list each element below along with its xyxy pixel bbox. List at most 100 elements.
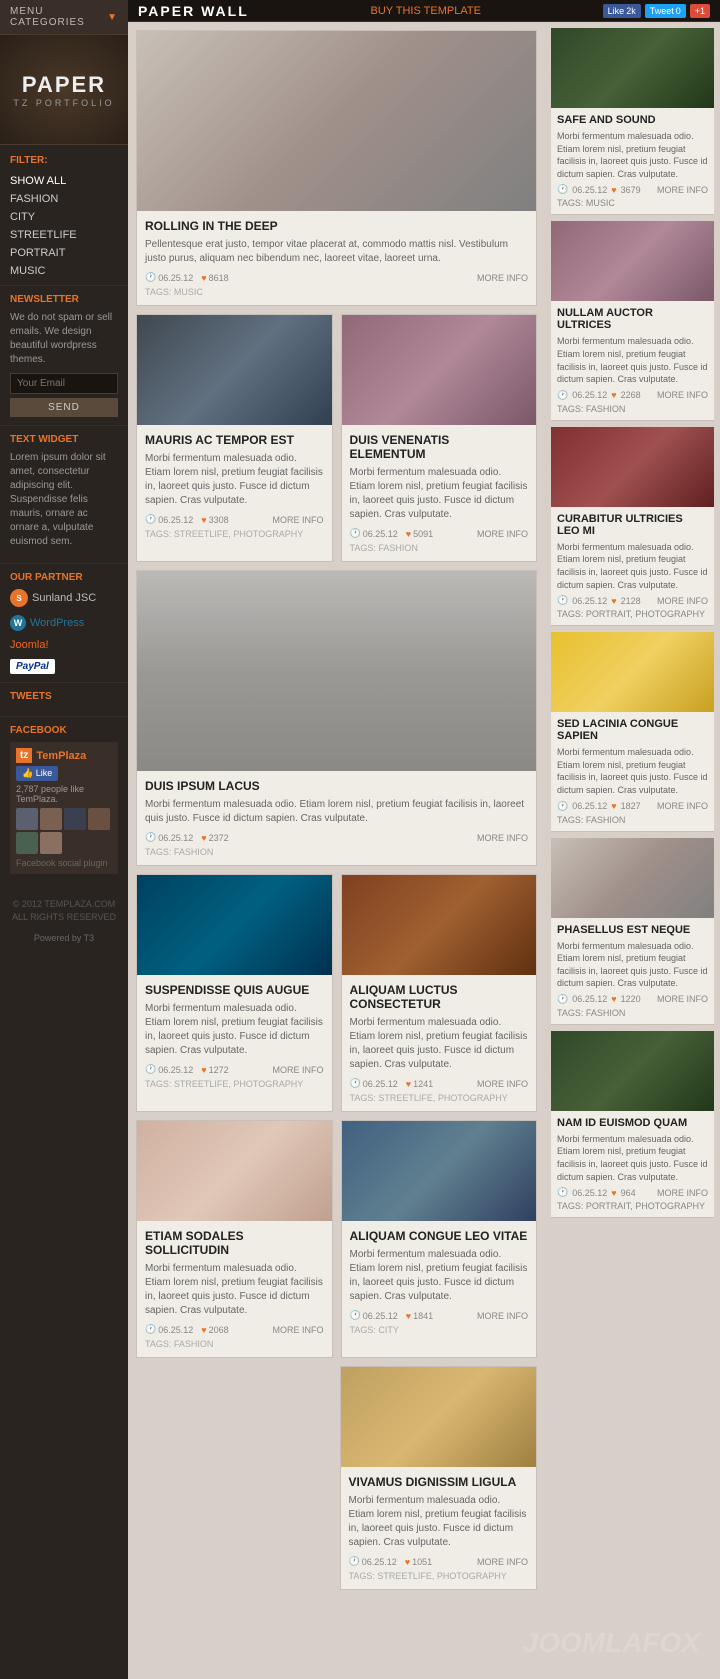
right-more-info-6[interactable]: MORE INFO bbox=[657, 1188, 708, 1198]
post-rolling-content: ROLLING IN THE DEEP Pellentesque erat ju… bbox=[137, 211, 536, 305]
post-rolling-excerpt: Pellentesque erat justo, tempor vitae pl… bbox=[145, 238, 528, 266]
right-more-info-5[interactable]: MORE INFO bbox=[657, 994, 708, 1004]
partner-sunland[interactable]: S Sunland JSC bbox=[10, 589, 96, 607]
right-post-nam-id: NAM ID EUISMOD QUAM Morbi fermentum male… bbox=[551, 1031, 714, 1218]
fb-likes-count: 2,787 people like TemPlaza. bbox=[16, 784, 112, 804]
two-col-row-3: ETIAM SODALES SOLLICITUDIN Morbi ferment… bbox=[136, 1120, 537, 1358]
post-duis-ipsum-image bbox=[137, 571, 536, 771]
clock-icon-4: 🕐 bbox=[145, 832, 156, 843]
post-duis-likes: ♥ 5091 bbox=[406, 529, 433, 539]
right-post-nullam-excerpt: Morbi fermentum malesuada odio. Etiam lo… bbox=[557, 335, 708, 385]
filter-city[interactable]: CITY bbox=[10, 208, 118, 226]
right-more-info-4[interactable]: MORE INFO bbox=[657, 801, 708, 811]
post-congue-more-info[interactable]: MORE INFO bbox=[477, 1311, 528, 1321]
post-rolling-tags: TAGS: MUSIC bbox=[145, 287, 528, 297]
post-aliq-date: 🕐 06.25.12 bbox=[350, 1078, 398, 1089]
vivamus-row: VIVAMUS DIGNISSIM LIGULA Morbi fermentum… bbox=[136, 1366, 537, 1590]
partner-joomla[interactable]: Joomla! bbox=[10, 639, 49, 651]
fb-page-name: TemPlaza bbox=[36, 750, 86, 762]
powered-by: Powered by T3 bbox=[0, 933, 128, 953]
filter-show-all[interactable]: SHOW ALL bbox=[10, 172, 118, 190]
post-aliquam-congue-excerpt: Morbi fermentum malesuada odio. Etiam lo… bbox=[350, 1248, 529, 1304]
post-mauris-image bbox=[137, 315, 332, 425]
newsletter-send-button[interactable]: SEND bbox=[10, 398, 118, 417]
fb-avatars bbox=[16, 808, 112, 854]
tweet-count: 0 bbox=[676, 6, 681, 16]
post-etiam-date: 🕐 06.25.12 bbox=[145, 1324, 193, 1335]
post-suspendisse-meta: 🕐 06.25.12 ♥ 1272 MORE INFO bbox=[145, 1064, 324, 1075]
right-post-safe-sound-title: SAFE AND SOUND bbox=[557, 114, 708, 126]
right-post-sed-lacinia-meta: 🕐 06.25.12 ♥ 1827 MORE INFO bbox=[557, 801, 708, 812]
partner-paypal[interactable]: PayPal bbox=[10, 659, 55, 674]
post-vivamus: VIVAMUS DIGNISSIM LIGULA Morbi fermentum… bbox=[340, 1366, 538, 1590]
post-etiam-meta: 🕐 06.25.12 ♥ 2068 MORE INFO bbox=[145, 1324, 324, 1335]
post-aliquam-luctus: ALIQUAM LUCTUS CONSECTETUR Morbi ferment… bbox=[341, 874, 538, 1112]
right-heart-6: ♥ bbox=[611, 1188, 616, 1198]
right-post-sed-lacinia-excerpt: Morbi fermentum malesuada odio. Etiam lo… bbox=[557, 746, 708, 796]
sunland-name: Sunland JSC bbox=[32, 592, 96, 604]
post-ipsum-more-info[interactable]: MORE INFO bbox=[477, 833, 528, 843]
post-rolling-more-info[interactable]: MORE INFO bbox=[477, 273, 528, 283]
newsletter-input[interactable] bbox=[10, 373, 118, 394]
post-vivamus-more-info[interactable]: MORE INFO bbox=[477, 1557, 528, 1567]
right-post-curabitur-excerpt: Morbi fermentum malesuada odio. Etiam lo… bbox=[557, 541, 708, 591]
right-post-sed-lacinia-tags: TAGS: FASHION bbox=[557, 815, 708, 825]
partner-wordpress[interactable]: W WordPress bbox=[10, 615, 84, 631]
post-aliquam-congue-meta: 🕐 06.25.12 ♥ 1841 MORE INFO bbox=[350, 1310, 529, 1321]
right-post-nullam-content: NULLAM AUCTOR ULTRICES Morbi fermentum m… bbox=[551, 301, 714, 419]
post-susp-date: 🕐 06.25.12 bbox=[145, 1064, 193, 1075]
clock-icon-8: 🕐 bbox=[350, 1310, 361, 1321]
facebook-social-button[interactable]: Like 2k bbox=[603, 4, 641, 18]
filter-portrait[interactable]: PORTRAIT bbox=[10, 244, 118, 262]
logo-sub: TZ PORTFOLIO bbox=[13, 98, 114, 108]
right-sidebar-wrapper: SAFE AND SOUND Morbi fermentum malesuada… bbox=[545, 22, 720, 1230]
fb-avatar-2 bbox=[40, 808, 62, 830]
right-post-curabitur: CURABITUR ULTRICIES LEO MI Morbi ferment… bbox=[551, 427, 714, 626]
post-mauris-date: 🕐 06.25.12 bbox=[145, 514, 193, 525]
right-heart-4: ♥ bbox=[611, 801, 616, 811]
right-post-nam-id-tags: TAGS: PORTRAIT, PHOTOGRAPHY bbox=[557, 1201, 708, 1211]
clock-icon-9: 🕐 bbox=[349, 1556, 360, 1567]
filter-music[interactable]: MUSIC bbox=[10, 262, 118, 280]
fb-plugin-link[interactable]: Facebook social plugin bbox=[16, 858, 112, 868]
post-suspendisse-title: SUSPENDISSE QUIS AUGUE bbox=[145, 983, 324, 997]
right-post-nam-id-excerpt: Morbi fermentum malesuada odio. Etiam lo… bbox=[557, 1133, 708, 1183]
right-more-info-3[interactable]: MORE INFO bbox=[657, 596, 708, 606]
vivamus-spacer bbox=[136, 1366, 332, 1590]
right-post-safe-sound-image bbox=[551, 28, 714, 108]
post-aliquam-luctus-tags: TAGS: STREETLIFE, PHOTOGRAPHY bbox=[350, 1093, 529, 1103]
post-aliq-more-info[interactable]: MORE INFO bbox=[477, 1079, 528, 1089]
right-post-nam-id-title: NAM ID EUISMOD QUAM bbox=[557, 1117, 708, 1129]
gplus-social-button[interactable]: +1 bbox=[690, 4, 710, 18]
right-post-nullam: NULLAM AUCTOR ULTRICES Morbi fermentum m… bbox=[551, 221, 714, 420]
sidebar-arrow-icon[interactable]: ▼ bbox=[107, 12, 118, 23]
post-susp-more-info[interactable]: MORE INFO bbox=[273, 1065, 324, 1075]
joomla-watermark: JoomlaFox bbox=[523, 1627, 700, 1659]
filter-fashion[interactable]: FASHION bbox=[10, 190, 118, 208]
text-widget-content: Lorem ipsum dolor sit amet, consectetur … bbox=[10, 451, 118, 549]
right-more-info-1[interactable]: MORE INFO bbox=[657, 185, 708, 195]
post-mauris-more-info[interactable]: MORE INFO bbox=[273, 515, 324, 525]
templaza-fb-icon: tz bbox=[16, 748, 32, 763]
tweets-label: TWEETS bbox=[10, 691, 118, 702]
post-duis-more-info[interactable]: MORE INFO bbox=[477, 529, 528, 539]
two-col-row-2: SUSPENDISSE QUIS AUGUE Morbi fermentum m… bbox=[136, 874, 537, 1112]
wordpress-icon: W bbox=[10, 615, 26, 631]
post-rolling-image bbox=[137, 31, 536, 211]
facebook-section: FACEBOOK tz TemPlaza 👍 Like 2,787 people… bbox=[0, 716, 128, 888]
sidebar-menu-header: MENU CATEGORIES ▼ bbox=[0, 0, 128, 35]
post-vivamus-image bbox=[341, 1367, 537, 1467]
filter-streetlife[interactable]: STREETLIFE bbox=[10, 226, 118, 244]
post-aliquam-luctus-excerpt: Morbi fermentum malesuada odio. Etiam lo… bbox=[350, 1016, 529, 1072]
buy-template-button[interactable]: BUY THIS TEMPLATE bbox=[370, 5, 480, 17]
right-more-info-2[interactable]: MORE INFO bbox=[657, 390, 708, 400]
post-etiam-more-info[interactable]: MORE INFO bbox=[273, 1325, 324, 1335]
post-duis-ipsum: DUIS IPSUM LACUS Morbi fermentum malesua… bbox=[136, 570, 537, 866]
partners-label: OUR PARTNER bbox=[10, 572, 118, 583]
post-duis-venenatis-image bbox=[342, 315, 537, 425]
fb-like-button[interactable]: 👍 Like bbox=[16, 766, 58, 781]
post-suspendisse-image bbox=[137, 875, 332, 975]
tweet-label: Tweet bbox=[650, 6, 674, 16]
twitter-social-button[interactable]: Tweet 0 bbox=[645, 4, 686, 18]
heart-icon-7: ♥ bbox=[201, 1325, 206, 1335]
